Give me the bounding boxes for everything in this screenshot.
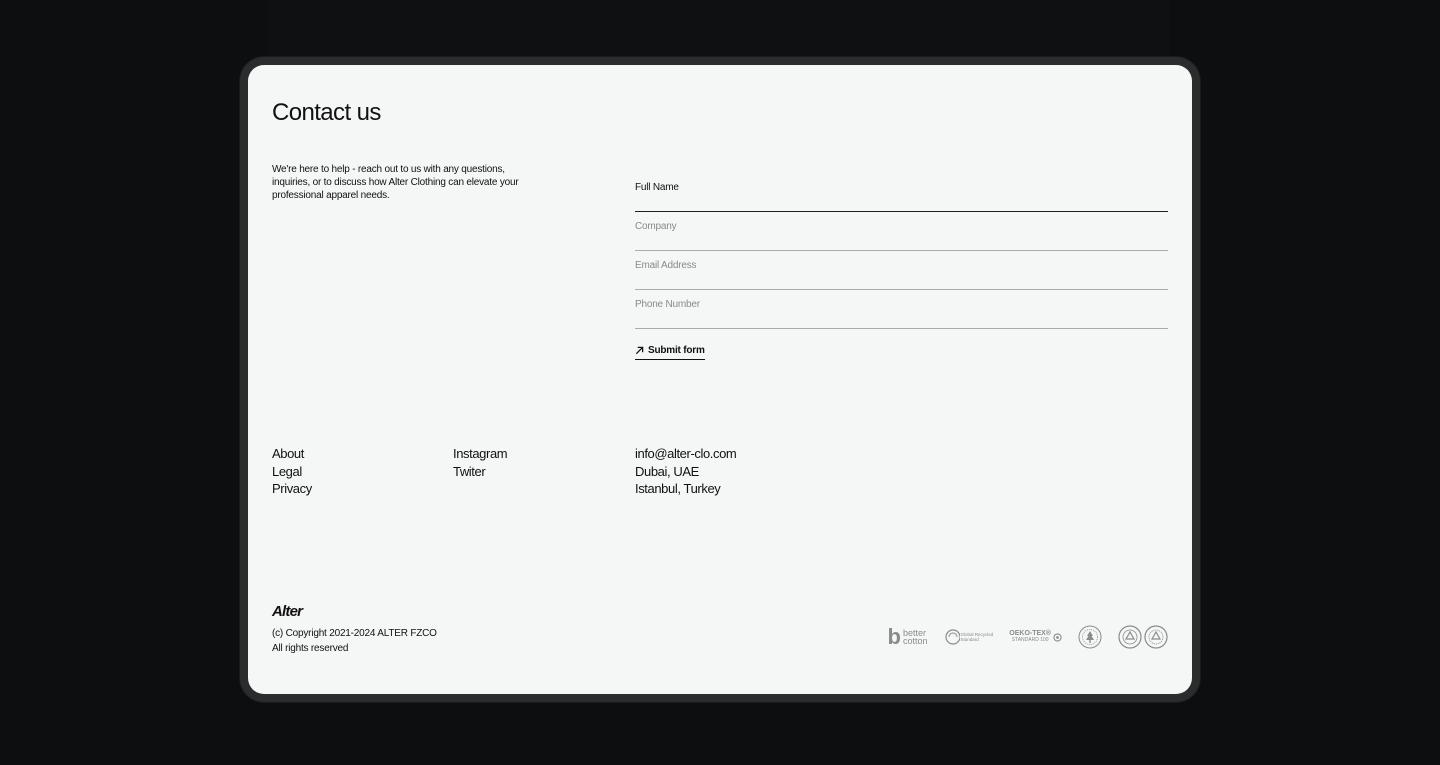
rights-line: All rights reserved bbox=[272, 643, 349, 654]
email-field-wrapper bbox=[635, 251, 1168, 290]
footer-contact: info@alter-clo.com Dubai, UAE Istanbul, … bbox=[635, 445, 737, 498]
company-input[interactable] bbox=[635, 221, 1168, 232]
footer-location-istanbul: Istanbul, Turkey bbox=[635, 481, 721, 497]
footer-nav: About Legal Privacy bbox=[272, 445, 312, 498]
footer-link-instagram[interactable]: Instagram bbox=[453, 445, 508, 463]
global-recycled-standard-logo: Global Recycled Standard bbox=[944, 628, 993, 646]
organic-seal-icon bbox=[1078, 625, 1102, 649]
copyright-line: (c) Copyright 2021-2024 ALTER FZCO bbox=[272, 628, 437, 639]
submit-label: Submit form bbox=[648, 345, 705, 356]
better-cotton-logo: b better cotton bbox=[887, 624, 928, 649]
footer-link-privacy[interactable]: Privacy bbox=[272, 480, 312, 498]
background-panel bbox=[268, 0, 1170, 60]
organic-seal-logo bbox=[1078, 625, 1102, 649]
footer-link-about[interactable]: About bbox=[272, 445, 312, 463]
certification-logos: b better cotton Global Recycled Standard… bbox=[888, 625, 1168, 649]
full-name-input[interactable] bbox=[635, 182, 1168, 193]
phone-input[interactable] bbox=[635, 299, 1168, 310]
recycled-seals-logo bbox=[1118, 625, 1168, 649]
footer-link-legal[interactable]: Legal bbox=[272, 463, 312, 481]
submit-form-button[interactable]: Submit form bbox=[635, 345, 705, 360]
copyright: (c) Copyright 2021-2024 ALTER FZCO All r… bbox=[272, 626, 437, 656]
footer-email-link[interactable]: info@alter-clo.com bbox=[635, 445, 737, 463]
footer-location-dubai: Dubai, UAE bbox=[635, 463, 699, 479]
contact-card: Contact us We're here to help - reach ou… bbox=[248, 65, 1192, 694]
arrow-up-right-icon bbox=[635, 346, 644, 355]
recycle-circle-icon bbox=[944, 629, 960, 645]
email-input[interactable] bbox=[635, 260, 1168, 271]
page-title: Contact us bbox=[272, 99, 381, 126]
phone-field-wrapper bbox=[635, 290, 1168, 329]
contact-form bbox=[635, 173, 1168, 329]
full-name-field-wrapper bbox=[635, 173, 1168, 212]
organic-blended-seal-icon bbox=[1144, 625, 1168, 649]
recycled-seal-icon bbox=[1118, 625, 1142, 649]
company-field-wrapper bbox=[635, 212, 1168, 251]
intro-text: We're here to help - reach out to us wit… bbox=[272, 164, 519, 201]
oeko-tex-logo: OEKO-TEX® STANDARD 100 bbox=[1009, 630, 1062, 643]
footer-social: Instagram Twiter bbox=[453, 445, 508, 481]
oeko-badge-icon bbox=[1053, 632, 1062, 642]
brand-logo: Alter bbox=[272, 603, 303, 620]
footer-link-twitter[interactable]: Twiter bbox=[453, 463, 507, 481]
